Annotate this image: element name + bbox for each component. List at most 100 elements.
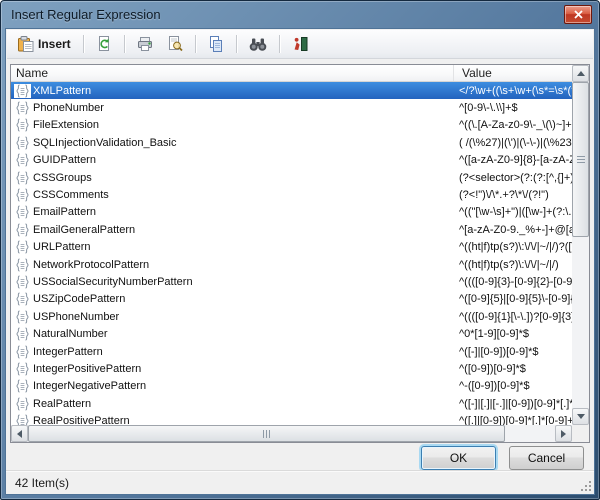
pattern-value: (?<!")\/\*.+?\*\/(?!") bbox=[451, 189, 572, 201]
horizontal-scroll-thumb[interactable] bbox=[28, 425, 505, 442]
ok-button[interactable]: OK bbox=[421, 446, 496, 470]
scroll-down-icon bbox=[577, 414, 585, 419]
exit-button[interactable] bbox=[286, 32, 314, 56]
horizontal-scrollbar[interactable] bbox=[11, 425, 572, 442]
list-item[interactable]: NaturalNumber ^0*[1-9][0-9]*$ bbox=[11, 325, 572, 342]
list-item[interactable]: CSSGroups (?<selector>(?:(?:[^,{]+),?)* bbox=[11, 169, 572, 186]
regex-item-icon bbox=[14, 397, 31, 411]
column-header-value[interactable]: Value bbox=[453, 65, 572, 81]
pattern-value: ^[0-9\-\.\\]+$ bbox=[451, 102, 572, 114]
scroll-up-button[interactable] bbox=[572, 65, 589, 82]
list-item[interactable]: IntegerPositivePattern ^([0-9])[0-9]*$ bbox=[11, 360, 572, 377]
resize-grip[interactable] bbox=[579, 479, 592, 492]
pattern-name: FileExtension bbox=[31, 119, 451, 131]
regex-item-icon bbox=[14, 188, 31, 202]
print-preview-icon bbox=[167, 36, 183, 52]
toolbar: Insert bbox=[7, 30, 593, 59]
pattern-value: ^-([0-9])[0-9]*$ bbox=[451, 380, 572, 392]
cancel-button[interactable]: Cancel bbox=[509, 446, 584, 470]
regex-item-icon bbox=[14, 292, 31, 306]
toolbar-separator bbox=[124, 35, 125, 53]
find-icon bbox=[249, 37, 267, 52]
print-icon bbox=[137, 36, 153, 52]
regex-item-icon bbox=[14, 258, 31, 272]
pattern-value: ^0*[1-9][0-9]*$ bbox=[451, 328, 572, 340]
regex-item-icon bbox=[14, 153, 31, 167]
window-title: Insert Regular Expression bbox=[1, 7, 161, 22]
pattern-name: IntegerPattern bbox=[31, 346, 451, 358]
scroll-left-icon bbox=[17, 430, 22, 438]
regex-item-icon bbox=[14, 327, 31, 341]
pattern-value: ^([-]|[.]|[-.]|[0-9])[0-9]*[.]*[0-9] bbox=[451, 398, 572, 410]
title-bar[interactable]: Insert Regular Expression bbox=[1, 1, 599, 28]
vertical-scroll-thumb[interactable] bbox=[572, 82, 589, 237]
insert-button[interactable]: Insert bbox=[11, 32, 77, 56]
scroll-down-button[interactable] bbox=[572, 408, 589, 425]
list-item[interactable]: EmailPattern ^(("[\w-\s]+")|([\w-]+(?:\.… bbox=[11, 204, 572, 221]
refresh-button[interactable] bbox=[90, 32, 118, 56]
pattern-name: URLPattern bbox=[31, 241, 451, 253]
pattern-name: CSSComments bbox=[31, 189, 451, 201]
pattern-name: IntegerNegativePattern bbox=[31, 380, 451, 392]
list-item[interactable]: USPhoneNumber ^((([0-9]{1}[\-\.])?[0-9]{… bbox=[11, 308, 572, 325]
regex-item-icon bbox=[14, 379, 31, 393]
list-item[interactable]: XMLPattern </?\w+((\s+\w+(\s*=\s*(?: bbox=[11, 82, 572, 99]
print-preview-button[interactable] bbox=[161, 32, 189, 56]
pattern-name: NetworkProtocolPattern bbox=[31, 259, 451, 271]
vertical-scrollbar[interactable] bbox=[572, 65, 589, 425]
regex-item-icon bbox=[14, 275, 31, 289]
pattern-name: EmailGeneralPattern bbox=[31, 224, 451, 236]
toolbar-separator bbox=[83, 35, 84, 53]
pattern-value: ( /(\%27)|(\')|(\-\-)|(\%23)|(# bbox=[451, 137, 572, 149]
pattern-value: ^(("[\w-\s]+")|([\w-]+(?:\.[\ bbox=[451, 206, 572, 218]
list-item[interactable]: RealPattern ^([-]|[.]|[-.]|[0-9])[0-9]*[… bbox=[11, 395, 572, 412]
list-item[interactable]: USSocialSecurityNumberPattern ^((([0-9]{… bbox=[11, 273, 572, 290]
item-count: 42 Item(s) bbox=[15, 476, 69, 490]
print-button[interactable] bbox=[131, 32, 159, 56]
list-item[interactable]: EmailGeneralPattern ^[a-zA-Z0-9._%+-]+@[… bbox=[11, 221, 572, 238]
pattern-name: XMLPattern bbox=[31, 85, 451, 97]
pattern-value: ^[a-zA-Z0-9._%+-]+@[a-zA- bbox=[451, 224, 572, 236]
pattern-name: SQLInjectionValidation_Basic bbox=[31, 137, 451, 149]
list-item[interactable]: IntegerPattern ^([-]|[0-9])[0-9]*$ bbox=[11, 343, 572, 360]
close-icon bbox=[574, 10, 583, 19]
pattern-value: </?\w+((\s+\w+(\s*=\s*(?: bbox=[451, 85, 572, 97]
scroll-left-button[interactable] bbox=[11, 425, 28, 442]
scroll-right-button[interactable] bbox=[555, 425, 572, 442]
paste-icon bbox=[17, 36, 34, 52]
regex-item-icon bbox=[14, 84, 31, 98]
pattern-value: ^((ht|f)tp(s?)\:\/\/|~/|/) bbox=[451, 259, 572, 271]
regex-item-icon bbox=[14, 362, 31, 376]
dialog-insert-regular-expression: Insert Regular Expression Insert bbox=[0, 0, 600, 500]
scrollbar-corner bbox=[572, 425, 589, 442]
pattern-value: ^([0-9]{5}|[0-9]{5}\-[0-9]{4}| bbox=[451, 293, 572, 305]
scroll-right-icon bbox=[561, 430, 566, 438]
pattern-name: USPhoneNumber bbox=[31, 311, 451, 323]
column-header-name[interactable]: Name bbox=[11, 65, 453, 81]
copy-button[interactable] bbox=[202, 32, 230, 56]
pattern-name: PhoneNumber bbox=[31, 102, 451, 114]
list-item[interactable]: NetworkProtocolPattern ^((ht|f)tp(s?)\:\… bbox=[11, 256, 572, 273]
list-item[interactable]: URLPattern ^((ht|f)tp(s?)\:\/\/|~/|/)?([… bbox=[11, 239, 572, 256]
list-item[interactable]: GUIDPattern ^([a-zA-Z0-9]{8}-[a-zA-Z0-9 bbox=[11, 152, 572, 169]
list-item[interactable]: SQLInjectionValidation_Basic ( /(\%27)|(… bbox=[11, 134, 572, 151]
list-item[interactable]: CSSComments (?<!")\/\*.+?\*\/(?!") bbox=[11, 186, 572, 203]
thumb-grip-icon bbox=[263, 430, 270, 438]
dialog-client-area: Insert bbox=[5, 28, 595, 495]
pattern-value: ^((\.[A-Za-z0-9\-_\(\)~]+)+) bbox=[451, 119, 572, 131]
insert-label: Insert bbox=[38, 37, 71, 51]
pattern-value: ^((ht|f)tp(s?)\:\/\/|~/|/)?([\. bbox=[451, 241, 572, 253]
list-item[interactable]: PhoneNumber ^[0-9\-\.\\]+$ bbox=[11, 99, 572, 116]
pattern-value: ^([0-9])[0-9]*$ bbox=[451, 363, 572, 375]
pattern-value: ^((([0-9]{3}-[0-9]{2}-[0-9]{4}) bbox=[451, 276, 572, 288]
close-button[interactable] bbox=[564, 5, 592, 24]
regex-item-icon bbox=[14, 310, 31, 324]
pattern-name: CSSGroups bbox=[31, 172, 451, 184]
list-item[interactable]: FileExtension ^((\.[A-Za-z0-9\-_\(\)~]+)… bbox=[11, 117, 572, 134]
list-item[interactable]: USZipCodePattern ^([0-9]{5}|[0-9]{5}\-[0… bbox=[11, 291, 572, 308]
find-button[interactable] bbox=[243, 32, 273, 56]
pattern-value: ^((([0-9]{1}[\-\.])?[0-9]{3}[\- bbox=[451, 311, 572, 323]
pattern-name: NaturalNumber bbox=[31, 328, 451, 340]
pattern-name: IntegerPositivePattern bbox=[31, 363, 451, 375]
list-item[interactable]: IntegerNegativePattern ^-([0-9])[0-9]*$ bbox=[11, 378, 572, 395]
